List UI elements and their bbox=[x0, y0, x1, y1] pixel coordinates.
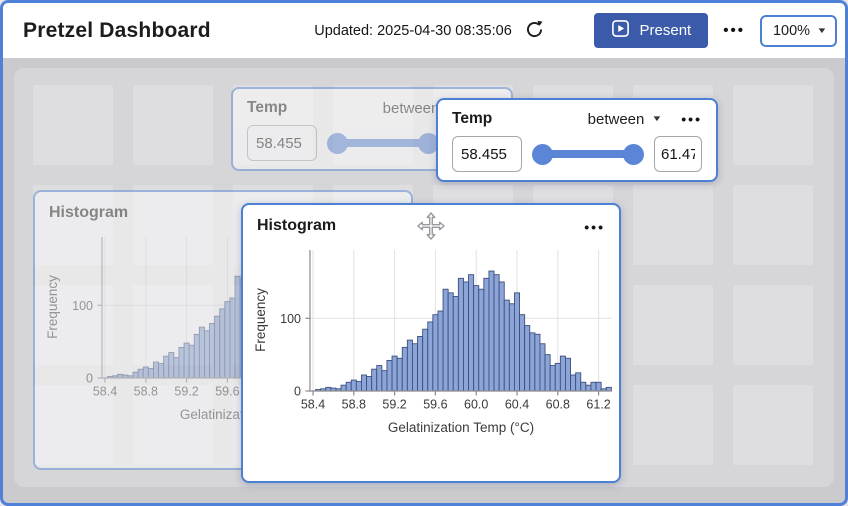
svg-text:61.2: 61.2 bbox=[586, 398, 610, 412]
svg-text:60.8: 60.8 bbox=[546, 398, 570, 412]
placeholder-tile bbox=[733, 285, 813, 365]
filter-header: Temp between ▼ ••• bbox=[452, 110, 702, 128]
operator-dropdown[interactable]: between ▼ bbox=[588, 111, 682, 128]
svg-text:60.4: 60.4 bbox=[505, 398, 529, 412]
max-value-input[interactable] bbox=[654, 136, 702, 172]
svg-text:Gelatinization Temp (°C): Gelatinization Temp (°C) bbox=[388, 420, 534, 435]
svg-text:59.6: 59.6 bbox=[423, 398, 447, 412]
present-label: Present bbox=[640, 22, 692, 39]
operator-label: between bbox=[588, 111, 645, 128]
play-icon bbox=[611, 19, 630, 42]
operator-label-ghost: between bbox=[383, 100, 440, 117]
placeholder-tile bbox=[633, 285, 713, 365]
placeholder-tile bbox=[133, 85, 213, 165]
header-more-icon[interactable]: ••• bbox=[723, 22, 745, 39]
filter-title-ghost: Temp bbox=[247, 99, 287, 117]
histogram-title: Histogram bbox=[257, 217, 336, 234]
svg-text:58.8: 58.8 bbox=[134, 385, 158, 399]
range-slider-ghost bbox=[327, 133, 439, 154]
svg-text:58.4: 58.4 bbox=[93, 385, 117, 399]
svg-text:59.2: 59.2 bbox=[174, 385, 198, 399]
refresh-icon bbox=[525, 20, 544, 42]
slider-track-ghost bbox=[336, 139, 430, 147]
filter-row bbox=[452, 136, 702, 172]
range-slider[interactable] bbox=[532, 144, 644, 165]
zoom-level-value: 100% bbox=[773, 23, 810, 39]
slider-track[interactable] bbox=[541, 150, 635, 158]
svg-text:Frequency: Frequency bbox=[45, 275, 60, 339]
slider-handle-min[interactable] bbox=[532, 144, 553, 165]
histogram-card[interactable]: Histogram ••• 0 100 58.4 58.8 59.2 59.6 60.0 60… bbox=[241, 203, 621, 483]
updated-status: Updated: 2025-04-30 08:35:06 bbox=[314, 18, 546, 44]
slider-handle-max[interactable] bbox=[623, 144, 644, 165]
header-actions: Present ••• 100% ▼ bbox=[546, 13, 839, 48]
svg-text:100: 100 bbox=[72, 299, 93, 313]
placeholder-tile bbox=[33, 85, 113, 165]
refresh-button[interactable] bbox=[523, 18, 546, 44]
min-value-input-ghost bbox=[247, 125, 317, 161]
zoom-level-dropdown[interactable]: 100% ▼ bbox=[760, 15, 837, 47]
placeholder-tile bbox=[633, 385, 713, 465]
svg-text:60.0: 60.0 bbox=[464, 398, 488, 412]
histogram-title-ghost: Histogram bbox=[49, 204, 128, 221]
updated-label: Updated: 2025-04-30 08:35:06 bbox=[314, 23, 512, 39]
svg-text:0: 0 bbox=[294, 385, 301, 399]
page-title: Pretzel Dashboard bbox=[23, 19, 314, 43]
min-value-input[interactable] bbox=[452, 136, 522, 172]
histogram-chart: 0 100 58.4 58.8 59.2 59.6 60.0 60.4 60.8 61.2 Gela… bbox=[243, 248, 617, 444]
histogram-svg: 0 100 58.4 58.8 59.2 59.6 60.0 60.4 60.8 61.2 Gela… bbox=[243, 248, 617, 444]
header-bar: Pretzel Dashboard Updated: 2025-04-30 08… bbox=[3, 3, 845, 58]
placeholder-tile bbox=[733, 385, 813, 465]
histogram-more-icon[interactable]: ••• bbox=[584, 219, 605, 235]
placeholder-tile bbox=[733, 85, 813, 165]
svg-text:100: 100 bbox=[280, 312, 301, 326]
slider-handle-min-ghost bbox=[327, 133, 348, 154]
svg-text:59.6: 59.6 bbox=[215, 385, 239, 399]
present-button[interactable]: Present bbox=[594, 13, 709, 48]
svg-text:Frequency: Frequency bbox=[253, 288, 268, 352]
chevron-down-icon: ▼ bbox=[816, 27, 827, 35]
svg-text:58.8: 58.8 bbox=[342, 398, 366, 412]
caret-down-icon: ▼ bbox=[652, 115, 663, 123]
app-window: Pretzel Dashboard Updated: 2025-04-30 08… bbox=[0, 0, 848, 506]
filter-title: Temp bbox=[452, 110, 492, 128]
svg-text:58.4: 58.4 bbox=[301, 398, 325, 412]
svg-text:0: 0 bbox=[86, 372, 93, 386]
move-cursor-icon bbox=[417, 212, 445, 245]
dashboard-canvas: Temp between ▼ ••• Histogram ••• bbox=[3, 58, 845, 503]
svg-text:59.2: 59.2 bbox=[382, 398, 406, 412]
temp-filter-card[interactable]: Temp between ▼ ••• bbox=[436, 98, 718, 182]
filter-more-icon[interactable]: ••• bbox=[681, 111, 702, 127]
placeholder-tile bbox=[733, 185, 813, 265]
placeholder-tile bbox=[633, 185, 713, 265]
